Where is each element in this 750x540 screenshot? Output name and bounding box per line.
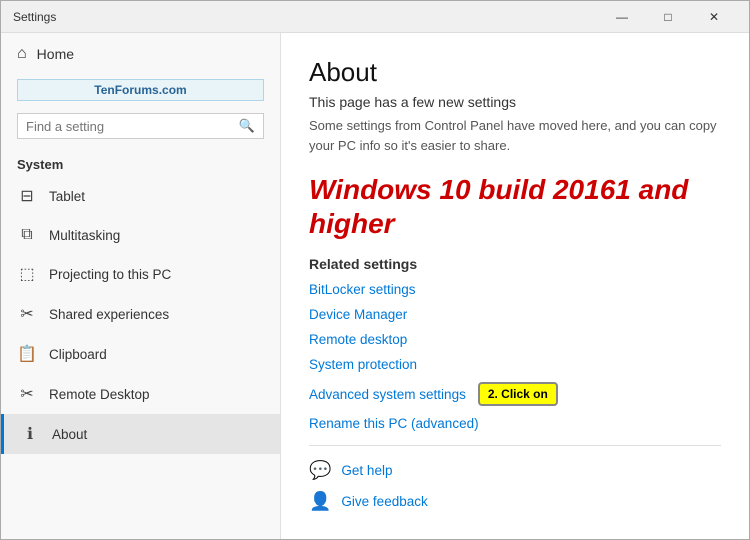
link-remote-desktop[interactable]: Remote desktop: [309, 332, 721, 347]
support-give-feedback[interactable]: 👤 Give feedback: [309, 491, 721, 512]
window-title: Settings: [13, 10, 599, 24]
get-help-label[interactable]: Get help: [341, 463, 392, 478]
sidebar-item-about[interactable]: ℹ About 1. Click on: [1, 414, 280, 454]
link-rename-pc[interactable]: Rename this PC (advanced): [309, 416, 721, 431]
sidebar-item-label-shared: Shared experiences: [49, 307, 169, 322]
clipboard-icon: 📋: [17, 344, 37, 364]
advanced-system-row: Advanced system settings 2. Click on: [309, 382, 721, 406]
get-help-icon: 💬: [309, 460, 331, 481]
link-system-protection[interactable]: System protection: [309, 357, 721, 372]
sidebar-item-label-remote: Remote Desktop: [49, 387, 150, 402]
give-feedback-label[interactable]: Give feedback: [341, 494, 427, 509]
page-desc: Some settings from Control Panel have mo…: [309, 116, 721, 155]
search-box[interactable]: 🔍: [17, 113, 264, 139]
projecting-icon: ⬚: [17, 264, 37, 284]
maximize-button[interactable]: □: [645, 1, 691, 33]
related-settings-label: Related settings: [309, 256, 721, 272]
sidebar-item-multitasking[interactable]: ⧉ Multitasking: [1, 216, 280, 254]
settings-window: Settings — □ ✕ ⌂ Home TenForums.com 🔍 Sy…: [0, 0, 750, 540]
minimize-button[interactable]: —: [599, 1, 645, 33]
titlebar: Settings — □ ✕: [1, 1, 749, 33]
shared-icon: ✂: [17, 304, 37, 324]
sidebar-item-clipboard[interactable]: 📋 Clipboard: [1, 334, 280, 374]
link-advanced-system[interactable]: Advanced system settings: [309, 387, 466, 402]
page-subtitle: This page has a few new settings: [309, 94, 721, 110]
window-controls: — □ ✕: [599, 1, 737, 33]
sidebar-item-shared[interactable]: ✂ Shared experiences: [1, 294, 280, 334]
sidebar: ⌂ Home TenForums.com 🔍 System ⊟ Tablet ⧉…: [1, 33, 281, 539]
search-icon: 🔍: [239, 118, 255, 134]
link-device-manager[interactable]: Device Manager: [309, 307, 721, 322]
sidebar-item-label-projecting: Projecting to this PC: [49, 267, 171, 282]
search-input[interactable]: [26, 119, 239, 134]
give-feedback-icon: 👤: [309, 491, 331, 512]
sidebar-item-projecting[interactable]: ⬚ Projecting to this PC: [1, 254, 280, 294]
tablet-icon: ⊟: [17, 186, 37, 206]
about-icon: ℹ: [20, 424, 40, 444]
remote-icon: ✂: [17, 384, 37, 404]
multitasking-icon: ⧉: [17, 226, 37, 244]
home-label: Home: [37, 46, 74, 62]
tenforum-watermark: TenForums.com: [17, 79, 264, 101]
sidebar-item-label-about: About: [52, 427, 87, 442]
callout-2-bubble: 2. Click on: [478, 382, 558, 406]
sidebar-item-label-tablet: Tablet: [49, 189, 85, 204]
sidebar-item-label-multitasking: Multitasking: [49, 228, 120, 243]
divider: [309, 445, 721, 446]
content-area: ⌂ Home TenForums.com 🔍 System ⊟ Tablet ⧉…: [1, 33, 749, 539]
right-panel: About This page has a few new settings S…: [281, 33, 749, 539]
close-button[interactable]: ✕: [691, 1, 737, 33]
win10-banner: Windows 10 build 20161 and higher: [309, 173, 721, 240]
support-get-help[interactable]: 💬 Get help: [309, 460, 721, 481]
sidebar-item-label-clipboard: Clipboard: [49, 347, 107, 362]
home-icon: ⌂: [17, 45, 27, 63]
sidebar-item-tablet[interactable]: ⊟ Tablet: [1, 176, 280, 216]
sidebar-item-home[interactable]: ⌂ Home: [1, 33, 280, 75]
sidebar-section-label: System: [1, 151, 280, 176]
page-title: About: [309, 57, 721, 88]
sidebar-item-remote[interactable]: ✂ Remote Desktop: [1, 374, 280, 414]
link-bitlocker[interactable]: BitLocker settings: [309, 282, 721, 297]
